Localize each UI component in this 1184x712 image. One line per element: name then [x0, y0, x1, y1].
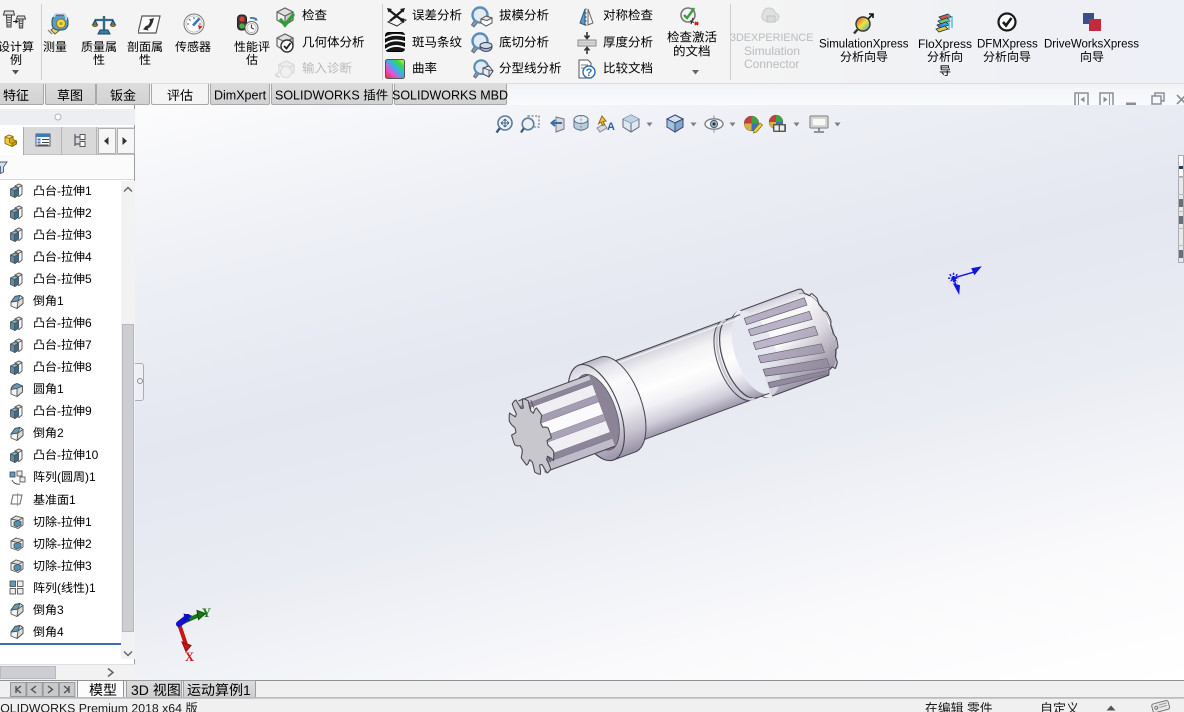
- svg-text:3: 3: [85, 559, 92, 573]
- svg-text:3DEXPERIENCE: 3DEXPERIENCE: [730, 32, 813, 44]
- svg-text:1: 1: [57, 382, 64, 396]
- svg-text:(: (: [57, 470, 61, 484]
- svg-text:SimulationXpress: SimulationXpress: [819, 39, 909, 51]
- svg-text:6: 6: [85, 316, 92, 330]
- svg-text:-: -: [57, 537, 61, 551]
- svg-text:Z: Z: [183, 612, 190, 624]
- svg-text:-: -: [57, 515, 61, 529]
- svg-text:4: 4: [57, 625, 64, 639]
- svg-text:-: -: [57, 206, 61, 220]
- svg-text:-: -: [57, 338, 61, 352]
- svg-text:7: 7: [85, 338, 92, 352]
- svg-text:-: -: [57, 184, 61, 198]
- svg-text:X: X: [185, 650, 194, 664]
- svg-text:1: 1: [243, 682, 251, 698]
- svg-text:1: 1: [85, 184, 92, 198]
- svg-text:FloXpress: FloXpress: [918, 37, 972, 51]
- svg-text:2: 2: [57, 426, 64, 440]
- svg-text:-: -: [57, 448, 61, 462]
- svg-text:SOLIDWORKS Premium 2018 x64: SOLIDWORKS Premium 2018 x64: [0, 701, 182, 712]
- svg-text:-: -: [57, 404, 61, 418]
- svg-text:Y: Y: [202, 606, 211, 620]
- svg-text:-: -: [57, 316, 61, 330]
- svg-text:-: -: [57, 272, 61, 286]
- svg-text:3: 3: [57, 603, 64, 617]
- svg-text:-: -: [57, 559, 61, 573]
- svg-text:Simulation: Simulation: [744, 44, 800, 58]
- svg-text:8: 8: [85, 360, 92, 374]
- svg-text:5: 5: [85, 272, 92, 286]
- svg-text:2: 2: [85, 537, 92, 551]
- svg-text:10: 10: [85, 448, 99, 462]
- svg-text:(: (: [57, 581, 61, 595]
- svg-text:DimXpert: DimXpert: [214, 88, 267, 102]
- svg-text:SOLIDWORKS: SOLIDWORKS: [275, 88, 360, 102]
- svg-text:DFMXpress: DFMXpress: [977, 39, 1038, 51]
- svg-text:1: 1: [69, 493, 76, 507]
- svg-text:3D: 3D: [131, 682, 149, 698]
- svg-text:SOLIDWORKS MBD: SOLIDWORKS MBD: [392, 88, 508, 102]
- svg-text:9: 9: [85, 404, 92, 418]
- svg-text:)1: )1: [85, 581, 96, 595]
- svg-text:1: 1: [85, 515, 92, 529]
- svg-text:-: -: [57, 360, 61, 374]
- svg-text:-: -: [57, 228, 61, 242]
- svg-text:-: -: [57, 250, 61, 264]
- svg-text:?: ?: [586, 67, 593, 79]
- svg-text:4: 4: [85, 250, 92, 264]
- svg-text:)1: )1: [85, 470, 96, 484]
- svg-text:2: 2: [85, 206, 92, 220]
- svg-text:DriveWorksXpress: DriveWorksXpress: [1044, 39, 1139, 51]
- svg-text:3: 3: [85, 228, 92, 242]
- svg-text:Connector: Connector: [744, 57, 799, 71]
- svg-text:1: 1: [57, 294, 64, 308]
